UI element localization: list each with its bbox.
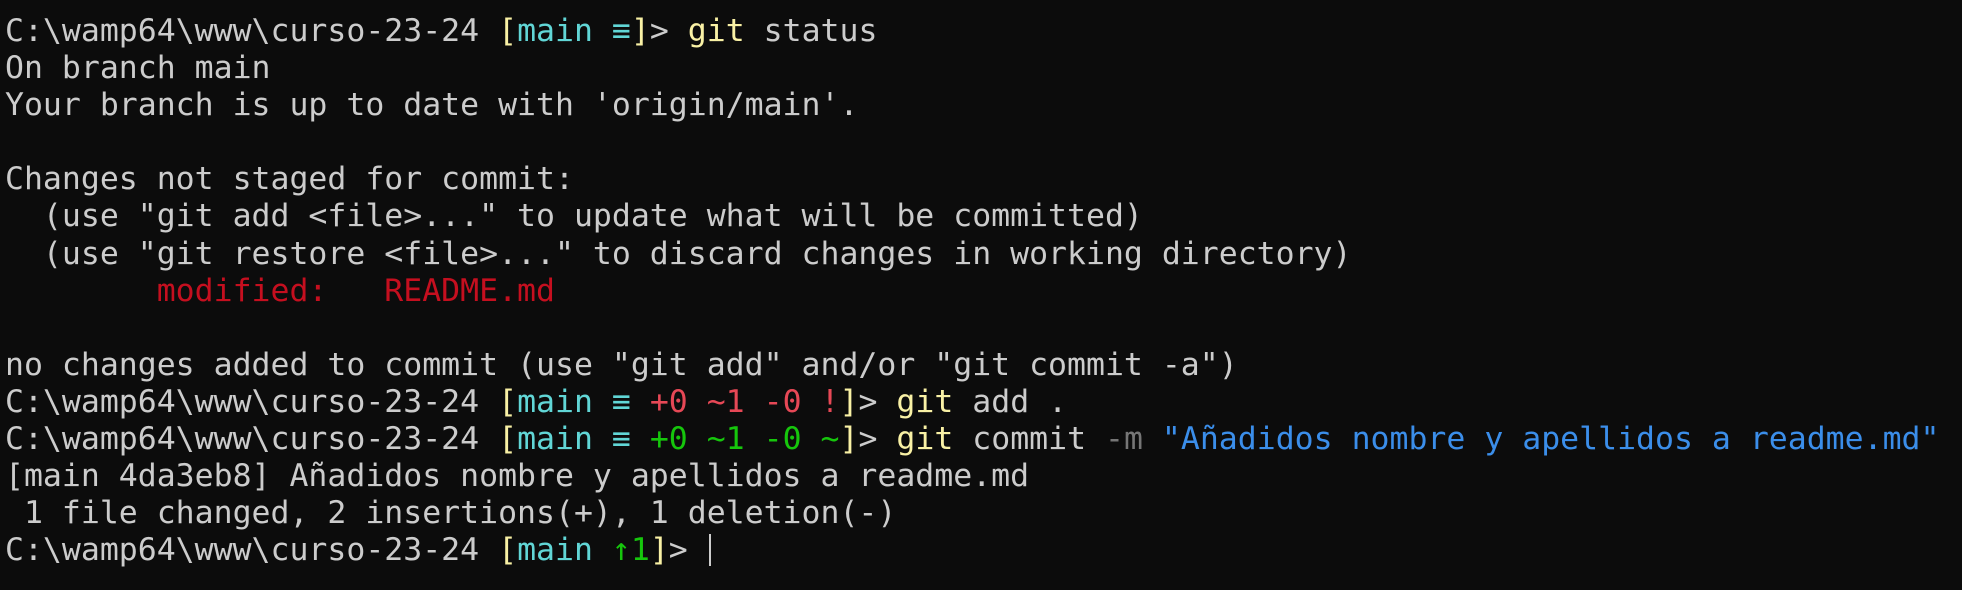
terminal-text-segment: add . — [953, 383, 1068, 420]
terminal-text-segment: main ≡ — [517, 383, 650, 420]
text-cursor[interactable] — [708, 534, 711, 567]
terminal-text-segment: ] — [839, 421, 859, 458]
terminal-text-segment: [ — [498, 421, 518, 458]
terminal-text-segment: [ — [498, 383, 518, 420]
terminal-line: 1 file changed, 2 insertions(+), 1 delet… — [5, 495, 1962, 532]
terminal-line: [main 4da3eb8] Añadidos nombre y apellid… — [5, 458, 1962, 495]
terminal-line: C:\wamp64\www\curso-23-24 [main ↑1]> — [5, 532, 1962, 569]
terminal-text-segment: ↑1 — [611, 532, 650, 569]
terminal-text-segment: > — [649, 13, 688, 49]
terminal-text-segment: > — [858, 383, 897, 420]
terminal-text-segment: C:\wamp64\www\curso-23-24 — [5, 532, 499, 569]
terminal-text-segment: [ — [498, 532, 518, 569]
terminal-line: On branch main — [5, 50, 1962, 87]
terminal-text-segment: +0 ~1 -0 ~ — [649, 421, 840, 458]
terminal-text-segment: C:\wamp64\www\curso-23-24 — [5, 13, 499, 49]
terminal-text-segment: 1 file changed, 2 insertions(+), 1 delet… — [5, 495, 897, 532]
terminal-text-segment: C:\wamp64\www\curso-23-24 — [5, 383, 499, 420]
terminal-line: C:\wamp64\www\curso-23-24 [main ≡ +0 ~1 … — [5, 421, 1962, 458]
terminal-text-segment: > — [668, 532, 707, 569]
terminal-text-segment: (use "git restore <file>..." to discard … — [5, 235, 1352, 272]
terminal-text-segment: git — [896, 421, 954, 458]
terminal-text-segment: C:\wamp64\www\curso-23-24 — [5, 421, 499, 458]
terminal-text-segment: no changes added to commit (use "git add… — [5, 346, 1238, 383]
terminal-text-segment: +0 ~1 -0 ! — [649, 383, 840, 420]
terminal-line: Your branch is up to date with 'origin/m… — [5, 87, 1962, 124]
terminal-text-segment: modified: README.md — [5, 272, 555, 309]
terminal-text-segment: main — [517, 532, 612, 569]
terminal-text-segment: ] — [839, 383, 859, 420]
terminal-text-segment: -m — [1105, 421, 1143, 458]
terminal-text-segment: commit — [953, 421, 1106, 458]
terminal-window[interactable]: C:\wamp64\www\curso-23-24 [main ≡]> git … — [0, 0, 1962, 590]
terminal-line: (use "git add <file>..." to update what … — [5, 198, 1962, 235]
terminal-line: no changes added to commit (use "git add… — [5, 347, 1962, 384]
terminal-text-segment: git — [896, 383, 954, 420]
terminal-text-segment: ] — [649, 532, 669, 569]
terminal-text-segment: > — [858, 421, 897, 458]
terminal-line: Changes not staged for commit: — [5, 161, 1962, 198]
terminal-line: modified: README.md — [5, 273, 1962, 310]
terminal-text-segment: git — [687, 13, 745, 49]
terminal-text-segment: status — [744, 13, 878, 49]
terminal-text-segment: "Añadidos nombre y apellidos a readme.md… — [1142, 421, 1940, 458]
terminal-text-segment: ] — [630, 13, 650, 49]
terminal-text-segment: main ≡ — [517, 13, 631, 49]
terminal-line: C:\wamp64\www\curso-23-24 [main ≡]> git … — [5, 13, 1962, 50]
terminal-text-segment: [ — [498, 13, 518, 49]
terminal-line: (use "git restore <file>..." to discard … — [5, 236, 1962, 273]
terminal-text-segment: (use "git add <file>..." to update what … — [5, 198, 1143, 235]
terminal-text-segment: Your branch is up to date with 'origin/m… — [5, 87, 859, 124]
terminal-line: C:\wamp64\www\curso-23-24 [main ≡ +0 ~1 … — [5, 384, 1962, 421]
terminal-text-segment: Changes not staged for commit: — [5, 161, 574, 198]
terminal-text-segment: [main 4da3eb8] Añadidos nombre y apellid… — [5, 458, 1030, 495]
terminal-text-segment: main ≡ — [517, 421, 650, 458]
terminal-text-segment: On branch main — [5, 50, 271, 87]
